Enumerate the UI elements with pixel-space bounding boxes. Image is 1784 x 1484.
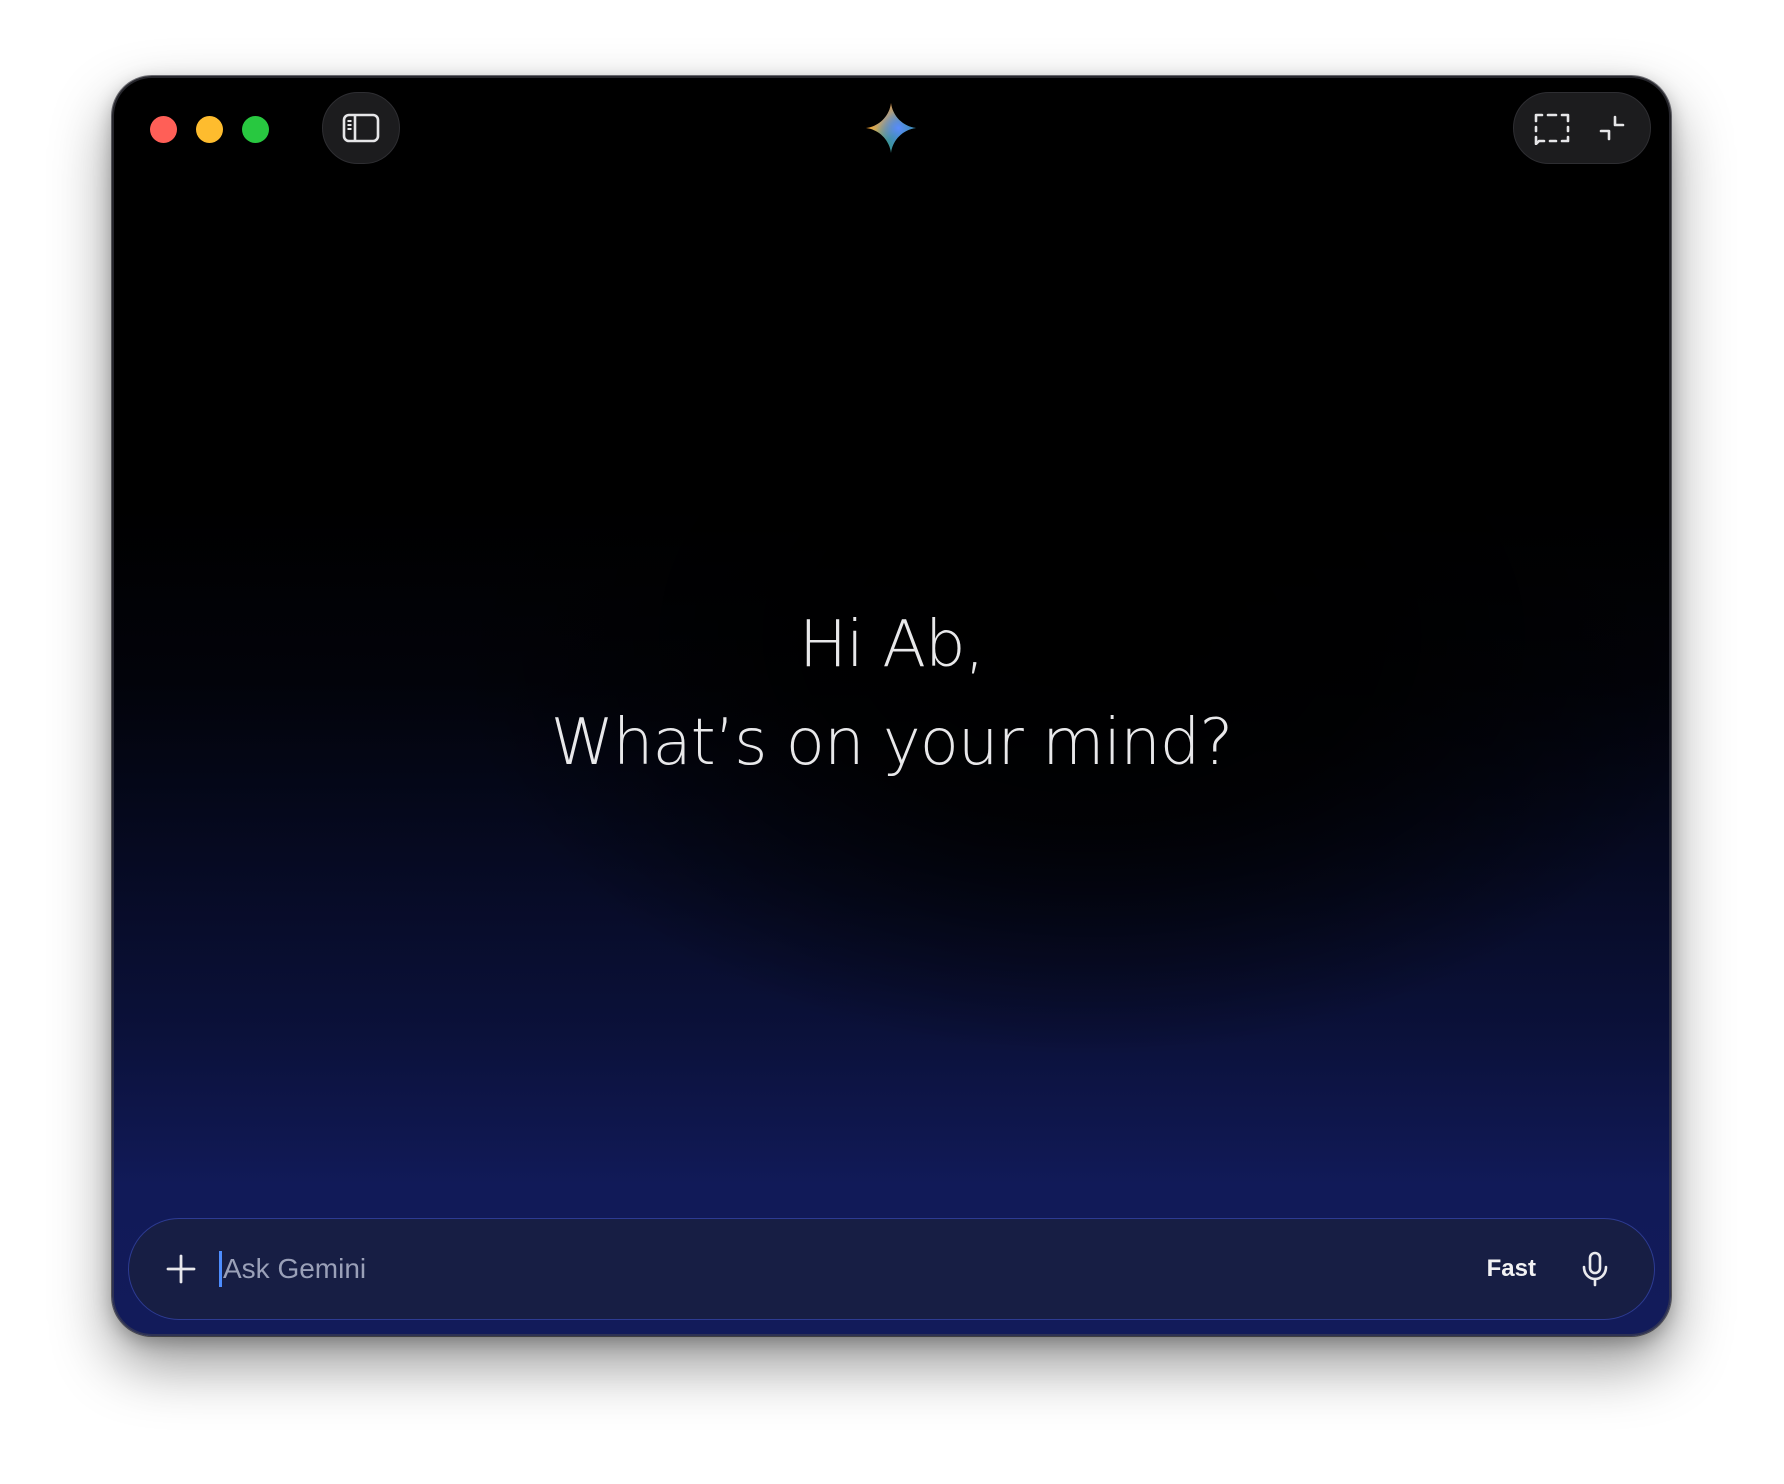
microphone-icon — [1582, 1251, 1608, 1287]
sidebar-toggle-icon — [342, 113, 380, 143]
greeting-line-2: What’s on your mind? — [550, 706, 1234, 780]
text-caret — [219, 1251, 222, 1287]
screenshot-region-button[interactable] — [1525, 101, 1579, 155]
gemini-sparkle-icon — [866, 103, 916, 153]
collapse-window-button[interactable] — [1585, 101, 1639, 155]
collapse-window-icon — [1599, 115, 1625, 141]
close-window-button[interactable] — [150, 116, 177, 143]
window-actions-pill — [1513, 92, 1651, 164]
prompt-input[interactable]: Ask Gemini — [219, 1239, 1487, 1299]
traffic-lights — [150, 116, 269, 143]
add-attachment-button[interactable] — [151, 1239, 211, 1299]
gemini-window: Hi Ab, What’s on your mind? Ask Gemini F… — [112, 76, 1671, 1336]
desktop-background: Hi Ab, What’s on your mind? Ask Gemini F… — [0, 0, 1784, 1484]
prompt-placeholder: Ask Gemini — [223, 1253, 367, 1284]
microphone-button[interactable] — [1570, 1244, 1620, 1294]
prompt-composer: Ask Gemini Fast — [128, 1218, 1655, 1320]
screenshot-region-icon — [1534, 113, 1570, 145]
minimize-window-button[interactable] — [196, 116, 223, 143]
greeting-line-1: Hi Ab, — [799, 608, 985, 682]
model-mode-button[interactable]: Fast — [1487, 1255, 1536, 1283]
zoom-window-button[interactable] — [242, 116, 269, 143]
greeting: Hi Ab, What’s on your mind? — [112, 596, 1671, 792]
plus-icon — [166, 1254, 196, 1284]
sidebar-toggle-button[interactable] — [322, 92, 400, 164]
